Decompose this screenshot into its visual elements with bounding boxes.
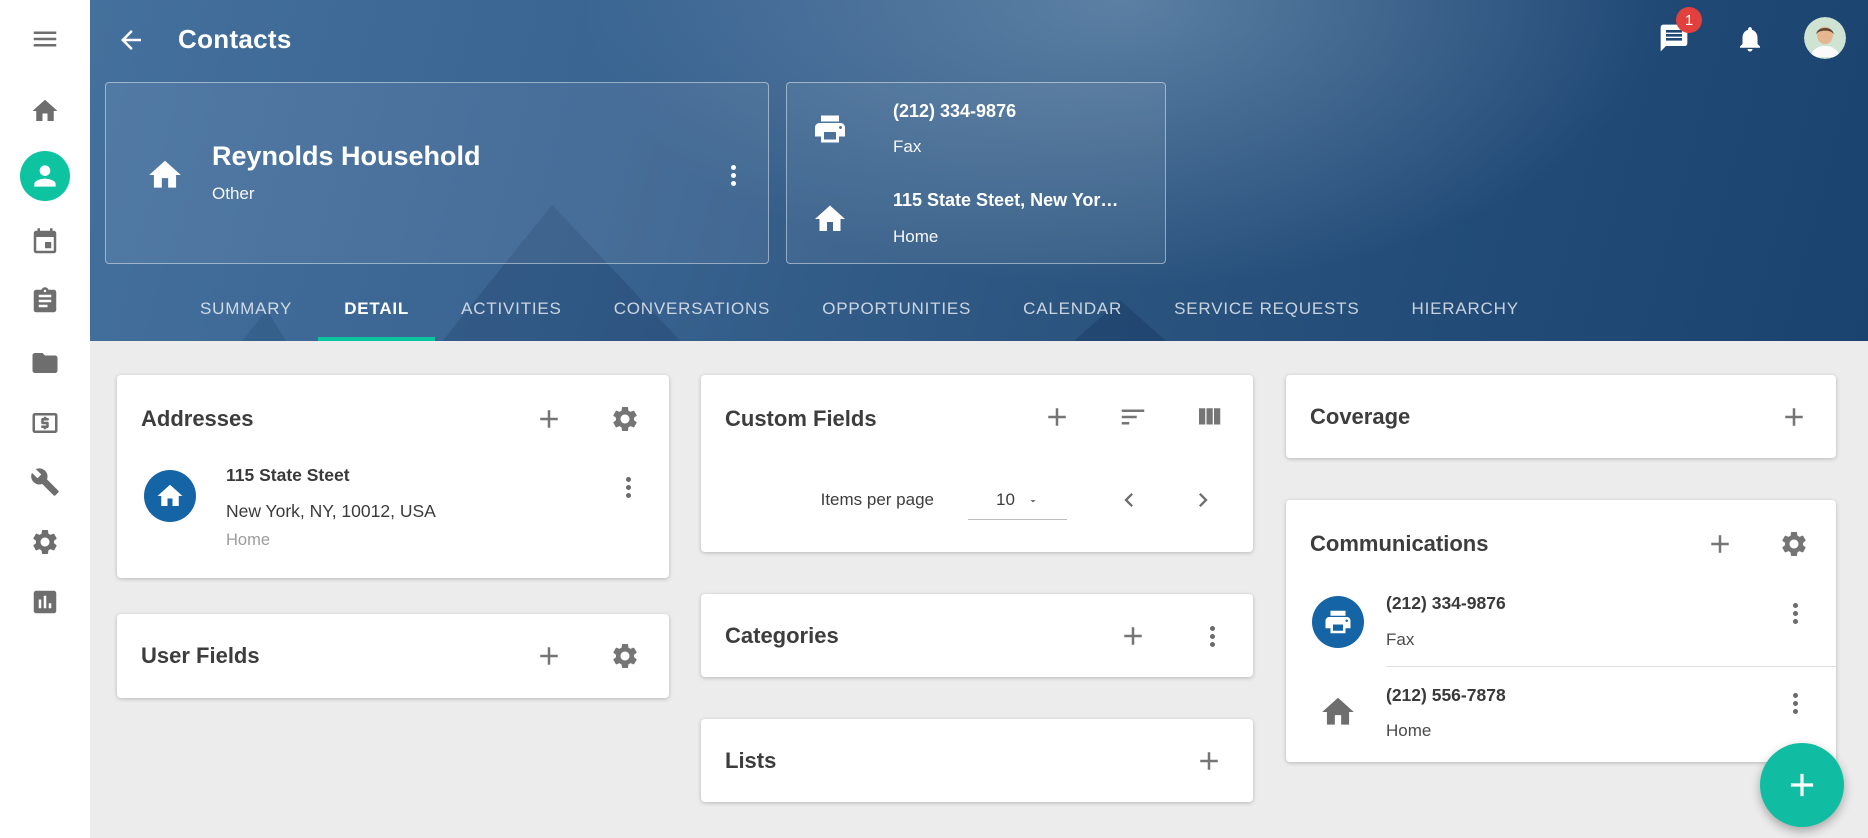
tab-opportunities[interactable]: OPPORTUNITIES — [796, 277, 997, 341]
custom-fields-pagination: Items per page 10 — [701, 471, 1253, 529]
quick-info-fax-number: (212) 334-9876 — [893, 101, 1016, 122]
sidebar — [0, 0, 90, 838]
contact-header: Contacts 1 Reynolds Household Other (212… — [90, 0, 1868, 341]
communications-card: Communications (212) 334-9876 Fax (212) … — [1286, 500, 1836, 762]
lists-card: Lists — [701, 719, 1253, 802]
message-count-badge: 1 — [1676, 7, 1702, 33]
sort-icon[interactable] — [1118, 402, 1148, 432]
user-fields-title: User Fields — [141, 643, 260, 669]
addresses-title: Addresses — [141, 406, 254, 432]
coverage-title: Coverage — [1310, 404, 1410, 430]
addresses-settings-gear-icon[interactable] — [610, 404, 640, 434]
home-icon — [812, 201, 848, 237]
custom-fields-title: Custom Fields — [725, 406, 877, 432]
dollar-icon — [30, 408, 60, 438]
gear-icon — [30, 527, 60, 557]
user-avatar[interactable] — [1804, 17, 1846, 59]
custom-fields-card: Custom Fields Items per page 10 — [701, 375, 1253, 552]
items-per-page-value: 10 — [996, 490, 1015, 510]
add-coverage-icon[interactable] — [1779, 402, 1809, 432]
previous-page-button[interactable] — [1115, 486, 1143, 514]
address-line1: 115 State Steet — [226, 465, 350, 486]
sidebar-item-reports[interactable] — [0, 577, 90, 627]
add-fab-button[interactable] — [1760, 743, 1844, 827]
communication-home-icon — [1319, 693, 1357, 731]
sidebar-item-calendar[interactable] — [0, 217, 90, 267]
communication-home-more-options-icon[interactable] — [1782, 691, 1808, 717]
clipboard-icon — [30, 286, 60, 316]
sidebar-item-tasks[interactable] — [0, 276, 90, 326]
communication-home-number: (212) 556-7878 — [1386, 685, 1506, 706]
contact-name-card: Reynolds Household Other — [105, 82, 769, 264]
sidebar-item-contacts-active[interactable] — [0, 151, 90, 201]
items-per-page-label: Items per page — [821, 490, 934, 510]
communication-fax-icon — [1312, 596, 1364, 648]
columns-icon[interactable] — [1194, 402, 1224, 432]
add-address-icon[interactable] — [534, 404, 564, 434]
communications-settings-gear-icon[interactable] — [1779, 529, 1809, 559]
sidebar-item-home[interactable] — [0, 86, 90, 136]
addresses-card: Addresses 115 State Steet New York, NY, … — [117, 375, 669, 578]
address-line2: New York, NY, 10012, USA — [226, 501, 436, 522]
page-title: Contacts — [178, 24, 292, 55]
add-category-icon[interactable] — [1118, 621, 1148, 651]
home-icon — [30, 96, 60, 126]
sidebar-item-settings[interactable] — [0, 517, 90, 567]
dropdown-caret-icon — [1027, 495, 1039, 507]
categories-title: Categories — [725, 623, 839, 649]
contact-more-options-icon[interactable] — [720, 163, 746, 189]
tab-detail[interactable]: DETAIL — [318, 277, 435, 341]
add-list-icon[interactable] — [1194, 746, 1224, 776]
tab-activities[interactable]: ACTIVITIES — [435, 277, 588, 341]
user-fields-settings-gear-icon[interactable] — [610, 641, 640, 671]
user-fields-card: User Fields — [117, 614, 669, 698]
sidebar-item-payments[interactable] — [0, 398, 90, 448]
back-arrow-icon[interactable] — [116, 25, 146, 55]
folder-icon — [30, 348, 60, 378]
contact-name: Reynolds Household — [212, 141, 481, 172]
communication-fax-more-options-icon[interactable] — [1782, 601, 1808, 627]
communication-home-label: Home — [1386, 721, 1431, 741]
sidebar-item-tools[interactable] — [0, 457, 90, 507]
tab-conversations[interactable]: CONVERSATIONS — [588, 277, 797, 341]
address-type-label: Home — [226, 531, 270, 550]
household-home-icon — [146, 156, 184, 194]
quick-info-address: 115 State Steet, New Yor… — [893, 190, 1118, 211]
tab-hierarchy[interactable]: HIERARCHY — [1386, 277, 1545, 341]
hamburger-menu-icon[interactable] — [0, 14, 90, 64]
quick-info-fax-label: Fax — [893, 137, 921, 157]
address-more-options-icon[interactable] — [615, 475, 641, 501]
notifications-bell-icon[interactable] — [1735, 24, 1765, 54]
contact-type: Other — [212, 184, 255, 204]
add-communication-icon[interactable] — [1705, 529, 1735, 559]
categories-more-options-icon[interactable] — [1199, 624, 1225, 650]
calendar-icon — [30, 227, 60, 257]
contacts-icon — [20, 151, 70, 201]
detail-content: Addresses 115 State Steet New York, NY, … — [90, 341, 1868, 838]
contact-tabs: SUMMARY DETAIL ACTIVITIES CONVERSATIONS … — [174, 277, 1545, 341]
communications-title: Communications — [1310, 531, 1488, 557]
communication-fax-label: Fax — [1386, 630, 1414, 650]
wrench-icon — [30, 467, 60, 497]
tab-calendar[interactable]: CALENDAR — [997, 277, 1148, 341]
add-custom-field-icon[interactable] — [1042, 402, 1072, 432]
fax-icon — [812, 111, 848, 147]
add-user-field-icon[interactable] — [534, 641, 564, 671]
items-per-page-select[interactable]: 10 — [968, 480, 1067, 520]
sidebar-item-documents[interactable] — [0, 338, 90, 388]
row-divider — [1386, 666, 1836, 667]
quick-info-address-label: Home — [893, 227, 938, 247]
address-home-icon — [144, 470, 196, 522]
communication-fax-number: (212) 334-9876 — [1386, 593, 1506, 614]
tab-service-requests[interactable]: SERVICE REQUESTS — [1148, 277, 1385, 341]
categories-card: Categories — [701, 594, 1253, 677]
next-page-button[interactable] — [1189, 486, 1217, 514]
tab-summary[interactable]: SUMMARY — [174, 277, 318, 341]
quick-info-card: (212) 334-9876 Fax 115 State Steet, New … — [786, 82, 1166, 264]
chart-icon — [30, 587, 60, 617]
lists-title: Lists — [725, 748, 776, 774]
coverage-card: Coverage — [1286, 375, 1836, 458]
